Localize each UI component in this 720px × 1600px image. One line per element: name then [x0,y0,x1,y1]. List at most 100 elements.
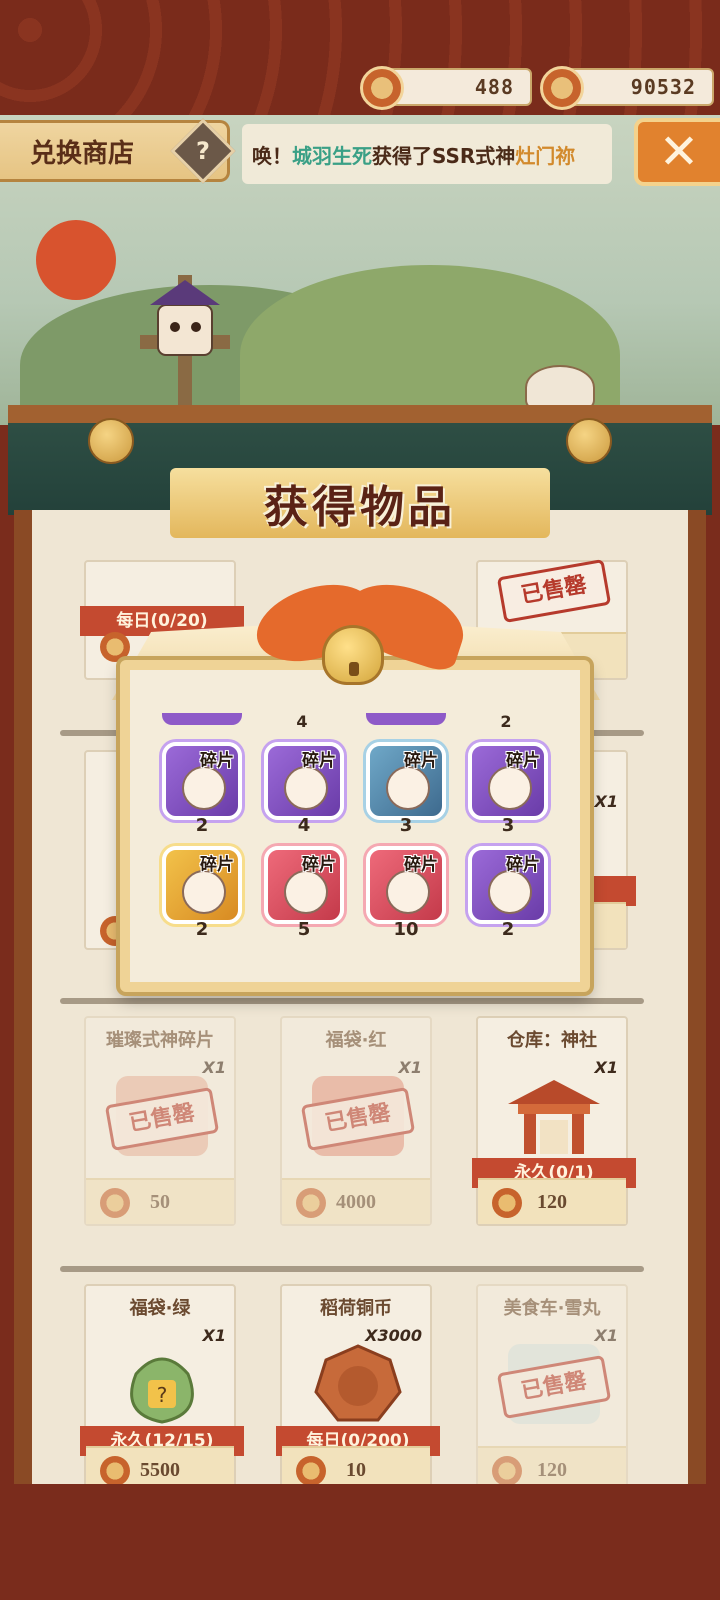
fragment-item[interactable]: 碎片 2 [162,846,242,940]
fragment-tag: 碎片 [302,855,336,875]
shikigami-portrait-icon [488,766,532,810]
coin-currency[interactable]: 90532 [540,66,714,110]
item-price: 50 [150,1190,170,1213]
fragment-item[interactable]: 碎片 4 [264,742,344,836]
shop-item-card[interactable]: 稻荷铜币 X3000 每日(0/200) 10 [276,1284,440,1494]
fragment-count: 3 [399,815,413,836]
fragment-count: 10 [393,919,419,940]
lucky-bag-green-icon: ? [130,1357,194,1424]
fragment-count: 2 [195,815,209,836]
svg-text:?: ? [157,1383,168,1407]
price-bar: 120 [478,1178,626,1224]
fragment-item[interactable]: 碎片 3 [468,742,548,836]
jade-amount: 488 [474,75,514,99]
shop-item-card[interactable]: 璀璨式神碎片 X1 已售罄 50 [84,1016,236,1226]
marquee-shikigami-name: 灶门祢 [515,143,576,168]
shikigami-portrait-icon [386,870,430,914]
fragment-tag: 碎片 [200,751,234,771]
shikigami-portrait-icon [284,766,328,810]
item-price: 5500 [140,1458,180,1481]
item-quantity: X3000 [365,1326,422,1345]
item-quantity: X1 [594,1058,618,1077]
close-icon: ✕ [658,124,700,180]
shop-item-card[interactable]: 福袋·绿 X1 ? 永久(12/15) 5500 [80,1284,244,1494]
item-name: 璀璨式神碎片 [106,1030,214,1051]
fragment-count: 4 [297,815,311,836]
close-button[interactable]: ✕ [634,118,720,186]
item-price: 120 [537,1190,567,1213]
price-coin-icon [492,1188,522,1218]
fragment-count: 5 [297,919,311,940]
bell-decoration-icon [88,418,134,464]
price-coin-icon [492,1456,522,1486]
coin-amount: 90532 [630,75,696,99]
shelf-rail [60,1266,644,1272]
shikigami-portrait-icon [182,766,226,810]
shop-item-card[interactable]: 美食车·雪丸 X1 已售罄 120 [476,1284,628,1494]
fragment-count: 2 [501,919,515,940]
price-coin-icon [100,1456,130,1486]
shikigami-portrait-icon [284,870,328,914]
jade-coin-icon [360,66,404,110]
copper-coin-icon [314,1344,402,1422]
partial-item-count: 2 [500,712,512,731]
item-price: 10 [346,1458,366,1481]
announcement-marquee: 唤！ 城羽生死 获得了SSR式神 灶门祢 [242,124,612,184]
marquee-prefix: 唤！ [252,143,292,168]
cat-decoration [525,365,595,410]
item-price: 4000 [336,1190,376,1213]
bottom-bar [0,1484,720,1600]
shop-item-card[interactable]: 福袋·红 X1 已售罄 4000 [280,1016,432,1226]
popup-title-text: 获得物品 [264,482,456,533]
item-name: 仓库：神社 [507,1030,597,1051]
item-quantity: X1 [594,792,618,811]
question-icon: ? [196,136,210,165]
fragment-tag: 碎片 [506,855,540,875]
price-coin-icon [296,1456,326,1486]
partial-item-count: 4 [296,712,308,731]
fragment-count: 3 [501,815,515,836]
item-quantity: X1 [594,1326,618,1345]
shikigami-portrait-icon [182,870,226,914]
marquee-text: 获得了SSR式神 [372,143,516,168]
fragment-item[interactable]: 碎片 5 [264,846,344,940]
item-name: 稻荷铜币 [320,1298,392,1319]
price-coin-icon [100,1188,130,1218]
bell-decoration-icon [566,418,612,464]
sun-decoration [36,220,116,300]
fragment-item[interactable]: 碎片 2 [162,742,242,836]
fragment-tag: 碎片 [302,751,336,771]
fragment-item[interactable]: 碎片 2 [468,846,548,940]
jade-currency[interactable]: 488 [360,66,532,110]
price-bar: 4000 [282,1178,430,1224]
item-name: 福袋·红 [325,1030,387,1051]
shrine-icon [508,1080,600,1154]
price-coin-icon [100,632,130,662]
popup-title: 获得物品 [170,468,550,538]
shop-item-card[interactable]: 仓库：神社 X1 永久(0/1) 120 [472,1016,636,1226]
partial-item [162,713,242,725]
sold-out-stamp: 已售罄 [496,558,612,624]
fragment-tag: 碎片 [200,855,234,875]
scarecrow-icon [140,275,230,425]
partial-item [366,713,446,725]
price-bar: 50 [86,1178,234,1224]
fragment-item[interactable]: 碎片 3 [366,742,446,836]
bell-icon [322,625,384,685]
item-name: 福袋·绿 [129,1298,191,1319]
item-quantity: X1 [202,1058,226,1077]
fragment-tag: 碎片 [404,855,438,875]
copper-coin-icon [540,66,584,110]
item-quantity: X1 [202,1326,226,1345]
shikigami-portrait-icon [488,870,532,914]
fragment-tag: 碎片 [404,751,438,771]
item-name: 美食车·雪丸 [503,1298,601,1319]
shelf-rail [60,998,644,1004]
fragment-item[interactable]: 碎片 10 [366,846,446,940]
item-quantity: X1 [398,1058,422,1077]
shop-title: 兑换商店 [30,138,135,169]
item-price: 120 [537,1458,567,1481]
marquee-player-name: 城羽生死 [292,143,372,168]
fragment-count: 2 [195,919,209,940]
price-coin-icon [296,1188,326,1218]
